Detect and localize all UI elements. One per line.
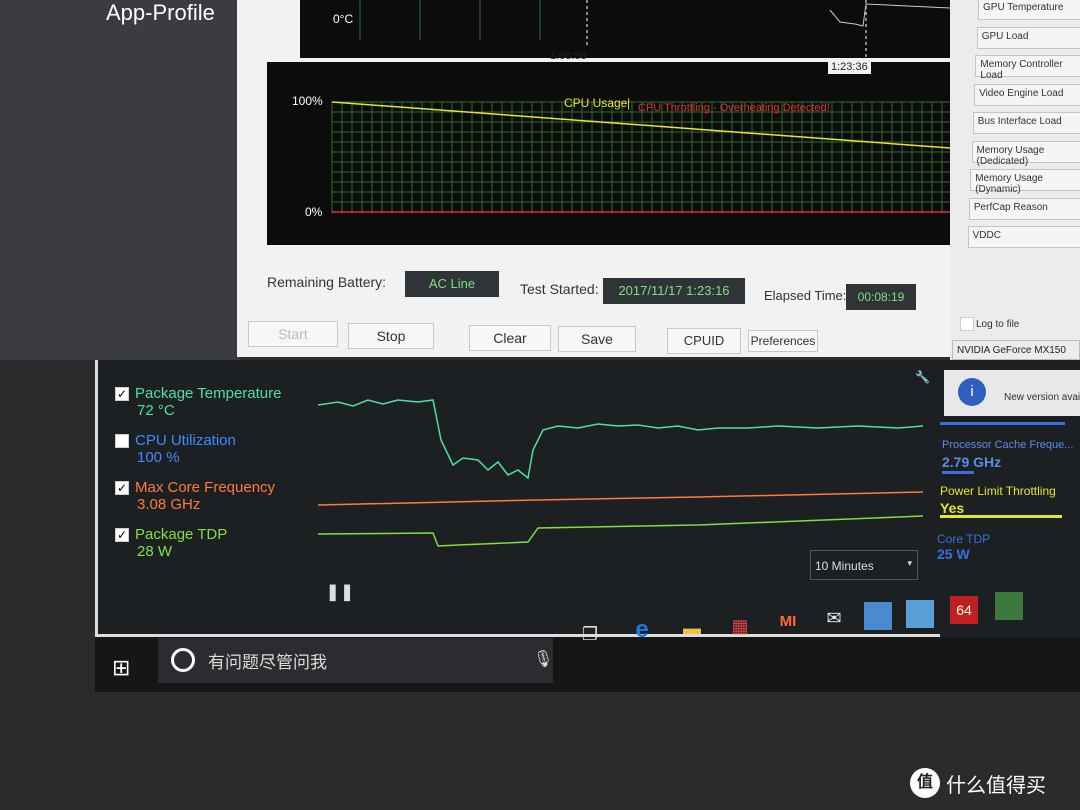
elapsed-time-value: 00:08:19 — [846, 284, 916, 310]
file-explorer-icon[interactable]: ▬ — [678, 614, 706, 642]
time-label: 1:23:36 — [828, 60, 871, 74]
store-icon[interactable]: ▦ — [726, 612, 754, 640]
save-button[interactable]: Save — [558, 326, 636, 352]
battery-value: AC Line — [405, 271, 499, 297]
max-core-frequency-line — [317, 491, 924, 506]
gpu-device-select[interactable]: NVIDIA GeForce MX150 — [952, 340, 1080, 360]
watermark: 值 什么值得买 — [910, 768, 1046, 798]
chevron-down-icon: ▾ — [907, 558, 912, 568]
gpu-sensor-item[interactable]: Video Engine Load — [974, 83, 1080, 106]
cortana-icon — [171, 648, 195, 672]
cache-frequency-label: Processor Cache Freque... — [942, 439, 1074, 451]
y-max-label: 100% — [292, 94, 323, 108]
power-limit-throttling-value: Yes — [940, 500, 965, 516]
legend-cpu-usage: CPU Usage — [564, 96, 628, 110]
temp-axis-label: 0°C — [333, 12, 354, 26]
package-temperature-line — [317, 399, 924, 480]
elapsed-time-label: Elapsed Time: — [764, 288, 847, 303]
windows-start-icon[interactable]: ⊞ — [112, 655, 130, 681]
stop-button[interactable]: Stop — [348, 323, 434, 349]
y-min-label: 0% — [305, 205, 323, 219]
start-button[interactable]: Start — [248, 321, 338, 347]
app-title: App-Profile — [106, 0, 215, 25]
battery-label: Remaining Battery: — [267, 274, 387, 290]
log-to-file-label: Log to file — [976, 318, 1020, 330]
legend-cpu-throttling: CPU Throttling - Overheating Detected! — [638, 102, 830, 114]
watermark-text: 什么值得买 — [946, 774, 1046, 797]
gpuz-icon[interactable] — [995, 592, 1023, 620]
pause-icon[interactable]: ❚❚ — [326, 582, 355, 602]
temperature-chart: 0°C — [300, 0, 950, 58]
cache-bar — [942, 471, 974, 474]
task-view-icon[interactable]: ❐ — [576, 620, 604, 648]
app-icon-2[interactable] — [906, 600, 934, 628]
cache-frequency-value: 2.79 GHz — [942, 454, 1002, 470]
microphone-icon[interactable]: 🎙 — [533, 649, 553, 669]
throttling-bar — [940, 515, 1062, 518]
xtu-monitor-panel: ✓ Package Temperature 72 °C CPU Utilization… — [95, 360, 940, 637]
package-tdp-line — [317, 515, 924, 547]
clear-button[interactable]: Clear — [469, 325, 551, 351]
aida64-icon[interactable]: 64 — [950, 596, 978, 624]
watermark-logo-icon: 值 — [910, 768, 940, 798]
new-version-text: New version availab — [1004, 392, 1080, 403]
gpu-sensor-item[interactable]: PerfCap Reason — [968, 197, 1080, 220]
gpu-sensor-item[interactable]: Memory Usage (Dedicated) — [971, 140, 1080, 167]
gpu-z-panel: GPU Temperature GPU Load Memory Controller… — [950, 0, 1080, 362]
settings-wrench-icon[interactable]: 🔧 — [915, 370, 930, 384]
legend-separator: | — [627, 96, 631, 110]
time-range-select[interactable]: 10 Minutes ▾ — [810, 550, 918, 580]
gpu-sensor-item[interactable]: GPU Temperature — [978, 0, 1080, 20]
test-started-value: 2017/11/17 1:23:16 — [603, 278, 745, 304]
checkbox[interactable] — [960, 317, 974, 331]
cpu-usage-chart: 100% 0% CPU Usage | CPU Throttling - Ove… — [267, 62, 950, 245]
monitor-graph — [317, 399, 924, 547]
core-tdp-value: 25 W — [937, 546, 970, 562]
time-range-value: 10 Minutes — [815, 559, 874, 573]
gpu-sensor-item[interactable]: Bus Interface Load — [972, 112, 1080, 134]
notice-bar — [940, 422, 1065, 425]
new-version-notice[interactable]: i New version availab — [944, 370, 1080, 416]
search-placeholder: 有问题尽管问我 — [208, 653, 327, 672]
background-window — [0, 0, 240, 360]
mi-icon[interactable]: MI — [774, 608, 802, 636]
mail-icon[interactable]: ✉ — [820, 604, 848, 632]
gpu-sensor-item[interactable]: VDDC — [967, 226, 1080, 248]
gpu-sensor-item[interactable]: GPU Load — [976, 26, 1080, 49]
info-icon: i — [958, 378, 986, 406]
test-started-label: Test Started: — [520, 281, 599, 297]
time-label: 1:08:58 — [550, 50, 587, 62]
power-limit-throttling-label: Power Limit Throttling — [940, 484, 1056, 498]
app-icon-1[interactable] — [864, 602, 892, 630]
core-tdp-label: Core TDP — [937, 532, 991, 546]
gpu-sensor-item[interactable]: Memory Usage (Dynamic) — [970, 169, 1080, 195]
edge-icon[interactable]: e — [628, 616, 656, 644]
cortana-search-box[interactable]: 有问题尽管问我 🎙 — [158, 638, 553, 683]
gpu-sensor-item[interactable]: Memory Controller Load — [975, 55, 1080, 81]
cpuid-button[interactable]: CPUID — [667, 328, 741, 354]
preferences-button[interactable]: Preferences — [748, 330, 818, 352]
log-to-file-checkbox[interactable]: Log to file — [960, 317, 1019, 331]
